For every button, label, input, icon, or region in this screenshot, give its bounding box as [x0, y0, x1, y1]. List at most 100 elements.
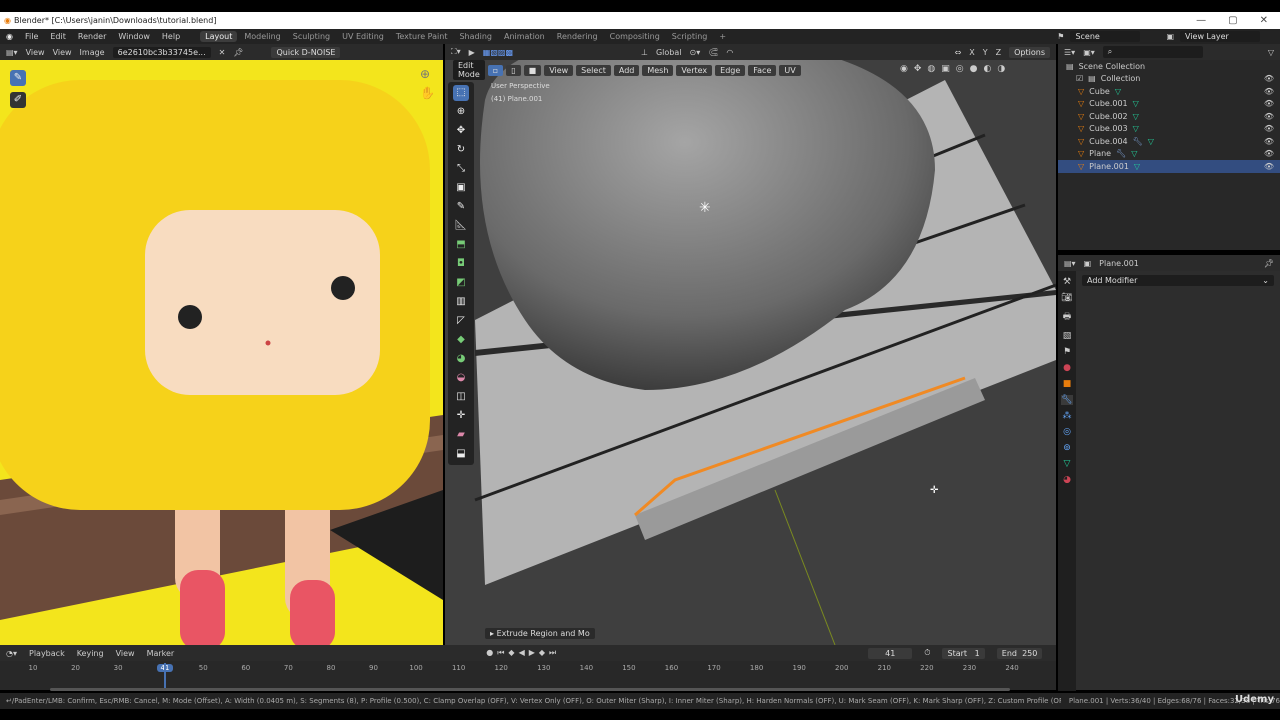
prev-keyframe-button[interactable]: ◆ — [508, 648, 514, 658]
shading-solid-icon[interactable]: ● — [970, 64, 978, 74]
play-reverse-button[interactable]: ◀ — [519, 648, 525, 658]
editor-type-icon[interactable]: ☰▾ — [1064, 48, 1075, 57]
sample-tool-icon[interactable]: ✎ — [10, 70, 26, 86]
annotate-tool-icon[interactable]: ✐ — [10, 92, 26, 108]
editor-type-icon[interactable]: ◔▾ — [6, 649, 17, 658]
menu-window[interactable]: Window — [118, 32, 150, 41]
outliner-item[interactable]: ▽ Cube ▽ 👁︎ — [1058, 85, 1280, 98]
shading-rendered-icon[interactable]: ◑ — [997, 64, 1005, 74]
gizmo-icon[interactable]: ✥ — [914, 64, 922, 74]
stopwatch-icon[interactable]: ⏱ — [924, 648, 930, 658]
filter-icon[interactable]: ▽ — [1268, 48, 1274, 57]
knife-tool-icon[interactable]: ◸ — [453, 313, 469, 329]
outliner-item[interactable]: ▽ Cube.001 ▽ 👁︎ — [1058, 98, 1280, 111]
record-button[interactable]: ● — [486, 648, 493, 658]
measure-tool-icon[interactable]: 📐︎ — [453, 218, 469, 234]
editor-type-icon[interactable]: ▤▾ — [6, 48, 18, 57]
scene-collection-row[interactable]: ▤ Scene Collection — [1058, 60, 1280, 73]
snap-icon[interactable]: 🧲︎ — [708, 48, 718, 57]
image-menu[interactable]: Image — [80, 48, 105, 57]
smooth-tool-icon[interactable]: ◒ — [453, 370, 469, 386]
axis-y-toggle[interactable]: Y — [983, 48, 988, 57]
eye-icon[interactable]: 👁︎ — [1264, 99, 1274, 108]
modifier-tab-icon[interactable]: 🔧︎ — [1061, 395, 1073, 405]
view-menu[interactable]: View — [116, 649, 135, 658]
edge-select-mode[interactable]: ▯ — [506, 64, 521, 76]
object-tab-icon[interactable]: ■ — [1063, 379, 1072, 389]
end-frame-field[interactable]: End 250 — [996, 647, 1043, 659]
tab-shading[interactable]: Shading — [454, 31, 497, 42]
tab-rendering[interactable]: Rendering — [552, 31, 603, 42]
particles-tab-icon[interactable]: ⁂ — [1063, 411, 1072, 421]
add-modifier-dropdown[interactable]: Add Modifier ⌄ — [1082, 275, 1274, 286]
visibility-icon[interactable]: ◉ — [900, 64, 908, 74]
outliner-item[interactable]: ▽ Cube.003 ▽ 👁︎ — [1058, 123, 1280, 136]
close-image-icon[interactable]: ✕ — [219, 48, 226, 57]
pan-hand-icon[interactable]: ✋ — [420, 86, 435, 100]
jump-start-button[interactable]: ⏮ — [497, 648, 504, 658]
outliner-item[interactable]: ▽ Plane 🔧︎ ▽ 👁︎ — [1058, 148, 1280, 161]
mirror-icon[interactable]: ⇔ — [955, 48, 962, 57]
menu-vertex[interactable]: Vertex — [676, 64, 713, 76]
tab-texture-paint[interactable]: Texture Paint — [391, 31, 453, 42]
annotate-tool-icon[interactable]: ✎ — [453, 199, 469, 215]
minimize-button[interactable]: — — [1196, 15, 1206, 26]
outliner-item[interactable]: ▽ Cube.004 🔧︎ ▽ 👁︎ — [1058, 135, 1280, 148]
extrude-tool-icon[interactable]: ⬒ — [453, 237, 469, 253]
world-tab-icon[interactable]: ● — [1063, 363, 1071, 373]
close-button[interactable]: ✕ — [1260, 15, 1268, 26]
render-tab-icon[interactable]: 📷︎ — [1061, 293, 1072, 303]
pin-icon[interactable]: 📌︎ — [1264, 259, 1274, 268]
eye-icon[interactable]: 👁︎ — [1264, 87, 1274, 96]
face-select-mode[interactable]: ■ — [523, 64, 542, 76]
current-frame-field[interactable]: 41 — [868, 647, 913, 659]
poly-build-tool-icon[interactable]: ◆ — [453, 332, 469, 348]
edge-slide-tool-icon[interactable]: ◫ — [453, 389, 469, 405]
move-tool-icon[interactable]: ✥ — [453, 123, 469, 139]
outliner-item[interactable]: ▽ Cube.002 ▽ 👁︎ — [1058, 110, 1280, 123]
frame-ruler[interactable]: 1020304150607080901001101201301401501601… — [0, 663, 1056, 677]
scene-selector[interactable]: Scene — [1070, 31, 1141, 42]
cursor-tool-icon[interactable]: ⊕ — [453, 104, 469, 120]
shading-material-icon[interactable]: ◐ — [984, 64, 992, 74]
menu-file[interactable]: File — [25, 32, 38, 41]
tab-layout[interactable]: Layout — [200, 31, 238, 42]
rip-tool-icon[interactable]: ⬓ — [453, 446, 469, 462]
tab-compositing[interactable]: Compositing — [605, 31, 665, 42]
mode-dropdown[interactable]: Edit Mode — [453, 60, 485, 80]
add-workspace-button[interactable]: + — [714, 31, 731, 42]
eye-icon[interactable]: 👁︎ — [1264, 112, 1274, 121]
orientation-dropdown[interactable]: Global — [656, 48, 682, 57]
next-keyframe-button[interactable]: ◆ — [539, 648, 545, 658]
menu-help[interactable]: Help — [162, 32, 180, 41]
menu-select[interactable]: Select — [576, 64, 611, 76]
menu-edge[interactable]: Edge — [715, 64, 746, 76]
select-box-tool-icon[interactable]: ⬚ — [453, 85, 469, 101]
timeline-scrollbar[interactable] — [50, 688, 1010, 691]
output-tab-icon[interactable]: 🖶︎ — [1063, 309, 1072, 325]
select-tool-icon[interactable]: ▶ — [469, 48, 475, 57]
pivot-icon[interactable]: ⊙▾ — [690, 48, 701, 57]
menu-mesh[interactable]: Mesh — [642, 64, 674, 76]
shrink-tool-icon[interactable]: ✛ — [453, 408, 469, 424]
spin-tool-icon[interactable]: ◕ — [453, 351, 469, 367]
playhead[interactable] — [164, 663, 166, 690]
scale-tool-icon[interactable]: ⤡ — [453, 161, 469, 177]
keying-menu[interactable]: Keying — [77, 649, 104, 658]
tab-animation[interactable]: Animation — [499, 31, 550, 42]
axis-x-toggle[interactable]: X — [969, 48, 974, 57]
display-mode-icon[interactable]: ▣▾ — [1083, 48, 1095, 57]
maximize-button[interactable]: ▢ — [1228, 15, 1237, 26]
tab-uv-editing[interactable]: UV Editing — [337, 31, 389, 42]
xray-icon[interactable]: ▣ — [941, 64, 950, 74]
blender-menu-icon[interactable]: ◉ — [6, 32, 13, 41]
menu-render[interactable]: Render — [78, 32, 106, 41]
play-button[interactable]: ▶ — [529, 648, 535, 658]
tab-scripting[interactable]: Scripting — [667, 31, 713, 42]
material-tab-icon[interactable]: ◕ — [1063, 475, 1071, 485]
eye-icon[interactable]: 👁︎ — [1264, 74, 1274, 83]
vertex-select-mode[interactable]: ▫ — [487, 64, 504, 76]
view-layer-selector[interactable]: View Layer — [1180, 31, 1260, 42]
rotate-tool-icon[interactable]: ↻ — [453, 142, 469, 158]
bevel-tool-icon[interactable]: ◩ — [453, 275, 469, 291]
